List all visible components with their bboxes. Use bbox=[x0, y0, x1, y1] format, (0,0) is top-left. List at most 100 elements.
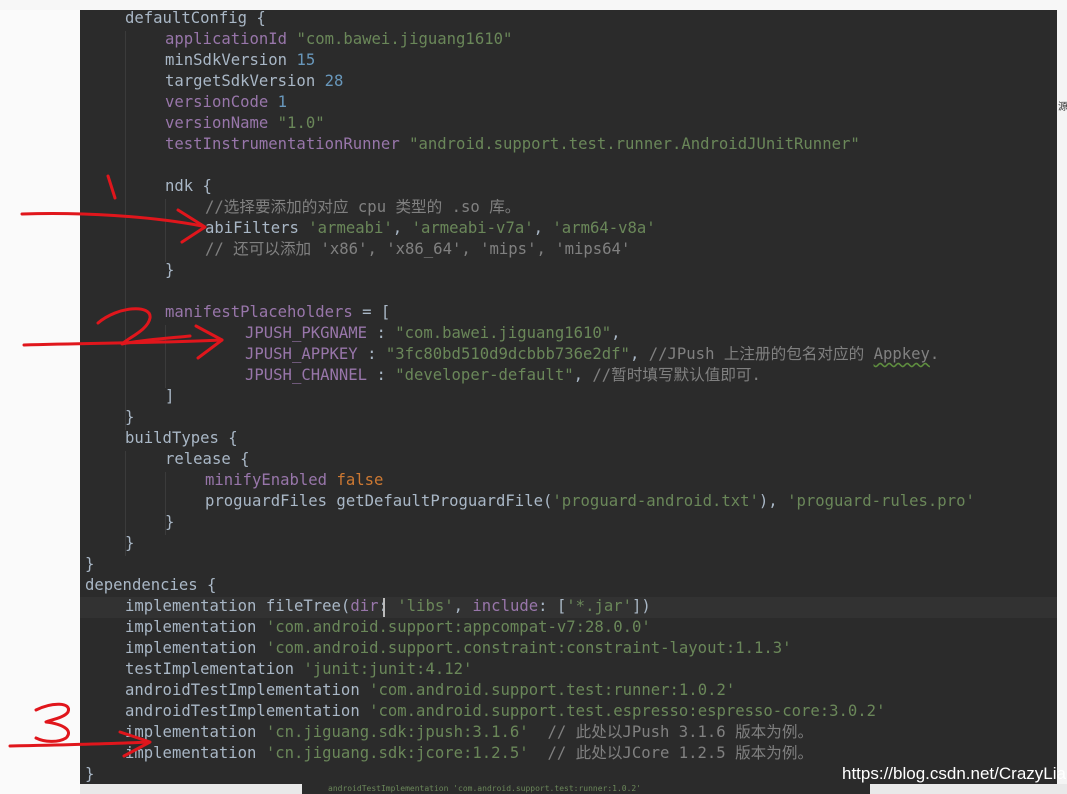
code-editor[interactable]: defaultConfig {applicationId "com.bawei.… bbox=[80, 10, 1057, 784]
code-token: 'armeabi-v7a' bbox=[411, 219, 534, 237]
code-token: ] bbox=[165, 387, 175, 405]
code-line: androidTestImplementation 'com.android.s… bbox=[125, 701, 885, 722]
code-token: = [ bbox=[362, 303, 391, 321]
code-line: manifestPlaceholders = [ bbox=[165, 302, 390, 323]
code-token: , bbox=[392, 219, 412, 237]
code-token: 'junit:junit:4.12' bbox=[303, 660, 473, 678]
code-token: manifestPlaceholders bbox=[165, 303, 363, 321]
background-window-right bbox=[1057, 10, 1067, 794]
code-token: ), bbox=[758, 492, 788, 510]
code-line: proguardFiles getDefaultProguardFile('pr… bbox=[205, 491, 975, 512]
code-token: "3fc80bd510d9dcbbb736e2df" bbox=[385, 345, 630, 363]
code-line: } bbox=[125, 407, 134, 428]
code-token: : bbox=[376, 324, 396, 342]
code-line: implementation fileTree(dir: 'libs', inc… bbox=[125, 596, 651, 617]
code-token: buildTypes { bbox=[125, 429, 238, 447]
code-line: } bbox=[125, 533, 134, 554]
code-line: } bbox=[165, 512, 174, 533]
code-token: release { bbox=[165, 450, 250, 468]
code-token: versionName bbox=[165, 114, 278, 132]
code-token: 'arm64-v8a' bbox=[552, 219, 656, 237]
code-token: JPUSH_PKGNAME bbox=[245, 324, 377, 342]
code-line: implementation 'cn.jiguang.sdk:jcore:1.2… bbox=[125, 743, 813, 764]
code-line: dependencies { bbox=[85, 575, 216, 596]
code-token: 'com.android.support.constraint:constrai… bbox=[265, 639, 792, 657]
code-token: dependencies { bbox=[85, 576, 217, 594]
code-token: //选择要添加的对应 cpu 类型的 .so 库。 bbox=[205, 198, 521, 216]
code-token: implementation bbox=[125, 639, 266, 657]
code-token: , bbox=[629, 345, 649, 363]
code-token: } bbox=[125, 408, 135, 426]
code-token: abiFilters bbox=[205, 219, 309, 237]
code-token: : bbox=[378, 597, 398, 615]
code-token: 1 bbox=[277, 93, 288, 111]
code-token: , bbox=[533, 219, 553, 237]
code-token: } bbox=[85, 555, 95, 573]
code-line: //选择要添加的对应 cpu 类型的 .so 库。 bbox=[205, 197, 520, 218]
code-token: : [ bbox=[538, 597, 567, 615]
code-line: } bbox=[85, 554, 94, 575]
code-token: "developer-default" bbox=[395, 366, 574, 384]
code-token: minifyEnabled bbox=[205, 471, 337, 489]
code-token: // 此处以JPush 3.1.6 版本为例。 bbox=[528, 723, 814, 741]
code-token: implementation fileTree( bbox=[125, 597, 351, 615]
code-token: JPUSH_CHANNEL bbox=[245, 366, 377, 384]
code-token: 'com.android.support:appcompat-v7:28.0.0… bbox=[265, 618, 651, 636]
indent-guide bbox=[125, 31, 126, 430]
code-token: implementation bbox=[125, 618, 266, 636]
code-token: 'com.android.support.test:runner:1.0.2' bbox=[369, 681, 736, 699]
code-line: implementation 'com.android.support.cons… bbox=[125, 638, 792, 659]
code-line: minifyEnabled false bbox=[205, 470, 383, 491]
code-line: buildTypes { bbox=[125, 428, 238, 449]
code-token: 'proguard-android.txt' bbox=[552, 492, 759, 510]
code-token: 'com.android.support.test.espresso:espre… bbox=[369, 702, 886, 720]
code-token: implementation bbox=[125, 744, 266, 762]
code-token: } bbox=[85, 765, 95, 783]
code-token: 'armeabi' bbox=[308, 219, 393, 237]
code-line: defaultConfig { bbox=[125, 10, 266, 29]
text-caret bbox=[383, 598, 385, 617]
code-token: , bbox=[453, 597, 473, 615]
background-code-fragment: androidTestImplementation 'com.android.s… bbox=[302, 784, 870, 794]
code-line: implementation 'com.android.support:appc… bbox=[125, 617, 651, 638]
code-line: JPUSH_APPKEY : "3fc80bd510d9dcbbb736e2df… bbox=[245, 344, 939, 365]
code-token: false bbox=[336, 471, 384, 489]
background-fragment-glyph: 源 bbox=[1058, 102, 1067, 112]
code-line: versionCode 1 bbox=[165, 92, 287, 113]
code-token: : bbox=[376, 366, 396, 384]
code-token: "android.support.test.runner.AndroidJUni… bbox=[409, 135, 860, 153]
code-token: : bbox=[367, 345, 386, 363]
code-token: proguardFiles getDefaultProguardFile( bbox=[205, 492, 553, 510]
code-token: "1.0" bbox=[277, 114, 325, 132]
code-token: //JPush 上注册的包名对应的 bbox=[648, 345, 874, 363]
code-token: 'libs' bbox=[397, 597, 454, 615]
code-line: release { bbox=[165, 449, 250, 470]
code-line: JPUSH_PKGNAME : "com.bawei.jiguang1610", bbox=[245, 323, 621, 344]
code-token: androidTestImplementation bbox=[125, 681, 370, 699]
code-token: defaultConfig { bbox=[125, 10, 266, 27]
code-token: versionCode bbox=[165, 93, 278, 111]
code-token: 'cn.jiguang.sdk:jpush:3.1.6' bbox=[265, 723, 529, 741]
code-line: } bbox=[85, 764, 94, 784]
code-token: applicationId bbox=[165, 30, 297, 48]
code-line: abiFilters 'armeabi', 'armeabi-v7a', 'ar… bbox=[205, 218, 656, 239]
code-token: 'cn.jiguang.sdk:jcore:1.2.5' bbox=[265, 744, 529, 762]
code-token: JPUSH_APPKEY bbox=[245, 345, 368, 363]
code-token: ndk { bbox=[165, 177, 212, 195]
code-token: } bbox=[165, 261, 175, 279]
code-token: implementation bbox=[125, 723, 266, 741]
code-token: testInstrumentationRunner bbox=[165, 135, 410, 153]
code-token: '*.jar' bbox=[566, 597, 633, 615]
code-line: versionName "1.0" bbox=[165, 113, 325, 134]
code-line: ] bbox=[165, 386, 174, 407]
code-token: , bbox=[573, 366, 593, 384]
code-token: ]) bbox=[632, 597, 651, 615]
code-token: testImplementation bbox=[125, 660, 304, 678]
code-token: , bbox=[611, 324, 621, 342]
code-token: // 还可以添加 'x86', 'x86_64', 'mips', 'mips6… bbox=[205, 240, 631, 258]
code-token: 15 bbox=[296, 51, 316, 69]
code-token: dir bbox=[350, 597, 379, 615]
code-line: minSdkVersion 15 bbox=[165, 50, 315, 71]
code-line: testImplementation 'junit:junit:4.12' bbox=[125, 659, 472, 680]
code-token: Appkey bbox=[873, 345, 930, 363]
